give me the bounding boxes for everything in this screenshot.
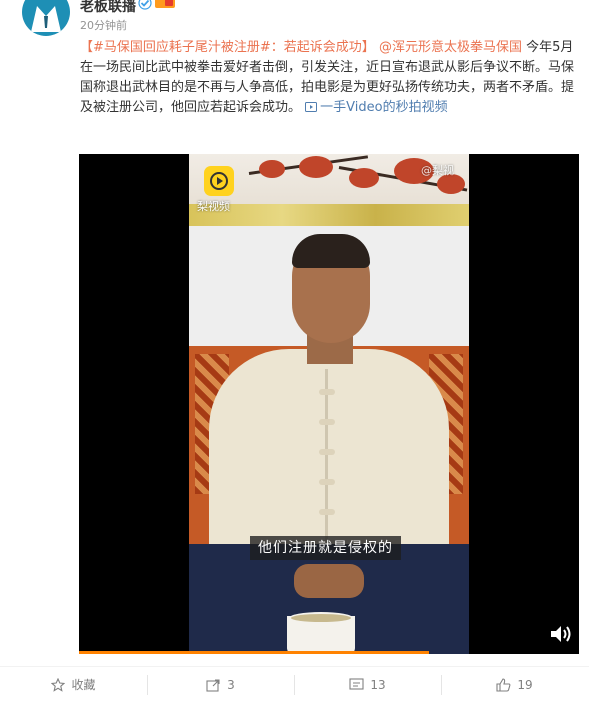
video-link-icon: [305, 102, 318, 112]
video-watermark: @梨视: [421, 164, 454, 177]
painting-frame-band: [189, 204, 469, 226]
comment-icon: [349, 677, 364, 690]
video-progress-bar[interactable]: [79, 651, 429, 654]
mention-link[interactable]: @浑元形意太极拳马保国: [379, 40, 522, 55]
post-text-line1-tail: 今年: [526, 40, 553, 55]
video-frame: [189, 154, 469, 654]
suit-avatar-icon: [31, 6, 61, 32]
shirt-knot: [319, 419, 335, 425]
comment-button[interactable]: 13: [294, 667, 441, 701]
painting-blossom: [259, 160, 285, 178]
post-text: 【#马保国回应耗子尾汁被注册#：若起诉会成功】 @浑元形意太极拳马保国 今年5月…: [80, 38, 580, 118]
avatar[interactable]: [22, 0, 70, 36]
collect-button[interactable]: 收藏: [0, 667, 147, 701]
comment-count: 13: [370, 677, 386, 692]
repost-icon: [206, 678, 220, 692]
brand-text: 梨视频: [197, 200, 230, 213]
play-icon: [210, 172, 228, 190]
video-source-label: 一手Video的秒拍视频: [320, 100, 448, 115]
shirt-knot: [319, 509, 335, 515]
repost-count: 3: [227, 677, 235, 692]
painting-blossom: [299, 156, 333, 178]
star-icon: [51, 677, 66, 692]
like-count: 19: [517, 677, 533, 692]
thumb-up-icon: [496, 677, 511, 692]
person-hair: [292, 234, 370, 268]
volume-icon[interactable]: [550, 625, 572, 643]
repost-button[interactable]: 3: [147, 667, 294, 701]
brand-logo: [204, 166, 234, 196]
collect-label: 收藏: [71, 678, 96, 692]
like-button[interactable]: 19: [441, 667, 588, 701]
painting-blossom: [349, 168, 379, 188]
hashtag-link[interactable]: 【#马保国回应耗子尾汁被注册#：若起诉会成功】: [80, 40, 375, 55]
shirt-knot: [319, 449, 335, 455]
vip-badge-icon[interactable]: [155, 0, 175, 9]
action-bar: 收藏 3 13 19: [0, 666, 589, 701]
person-hands: [294, 564, 364, 598]
author-name[interactable]: 老板联播: [80, 0, 136, 16]
shirt-knot: [319, 389, 335, 395]
verified-icon: [138, 0, 152, 10]
teacup-rim: [289, 612, 353, 624]
video-subtitle: 他们注册就是侵权的: [250, 536, 401, 560]
post-time[interactable]: 20分钟前: [80, 17, 127, 33]
video-player[interactable]: 梨视频 @梨视 他们注册就是侵权的: [79, 154, 579, 654]
shirt-knot: [319, 479, 335, 485]
video-source-link[interactable]: 一手Video的秒拍视频: [305, 100, 448, 115]
